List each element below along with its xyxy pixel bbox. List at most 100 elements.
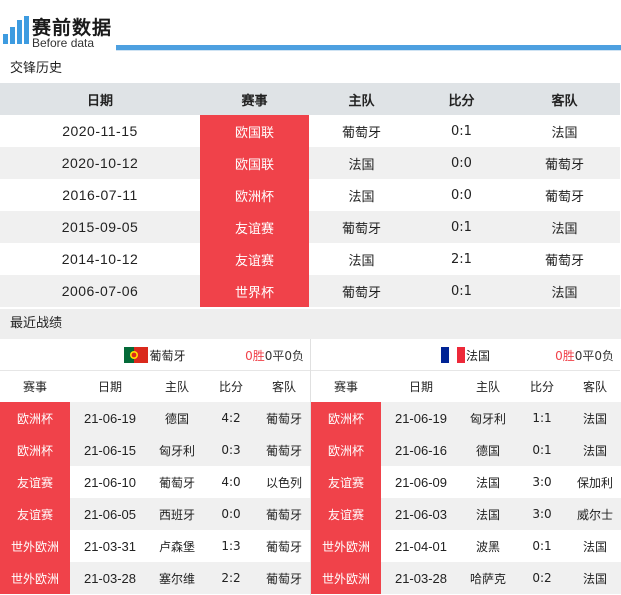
table-row: 2014-10-12 友谊赛 法国 2:1 葡萄牙 bbox=[0, 243, 620, 275]
competition-badge: 友谊赛 bbox=[200, 243, 309, 275]
column-header-competition: 赛事 bbox=[0, 371, 70, 402]
home-team: 法国 bbox=[461, 498, 515, 530]
home-team: 德国 bbox=[150, 402, 204, 434]
home-team: 德国 bbox=[461, 434, 515, 466]
home-team: 法国 bbox=[348, 253, 375, 269]
match-date: 21-04-01 bbox=[394, 538, 448, 554]
recent-table-home: 赛事 日期 主队 比分 客队 欧洲杯 21-06-19 德国 4:2 葡萄牙 欧… bbox=[0, 371, 310, 594]
competition-badge: 世外欧洲 bbox=[0, 562, 70, 594]
table-row: 欧洲杯 21-06-19 德国 4:2 葡萄牙 bbox=[0, 402, 310, 434]
table-row: 友谊赛 21-06-05 西班牙 0:0 葡萄牙 bbox=[0, 498, 310, 530]
home-team: 塞尔维 bbox=[150, 562, 204, 594]
match-score: 1:1 bbox=[515, 402, 569, 434]
away-team: 葡萄牙 bbox=[258, 498, 310, 530]
column-header-score: 比分 bbox=[414, 83, 509, 115]
match-date: 2020-10-12 bbox=[0, 147, 200, 179]
table-row: 2016-07-11 欧洲杯 法国 0:0 葡萄牙 bbox=[0, 179, 620, 211]
team-header: 法国 0胜0平0负 bbox=[311, 339, 620, 371]
bar-chart-icon bbox=[3, 16, 29, 44]
home-team: 葡萄牙 bbox=[341, 125, 381, 141]
table-row: 友谊赛 21-06-09 法国 3:0 保加利 bbox=[311, 466, 621, 498]
home-team: 波黑 bbox=[475, 539, 500, 554]
match-date: 2006-07-06 bbox=[0, 275, 200, 307]
competition-badge: 欧洲杯 bbox=[311, 402, 381, 434]
draws-count: 0平 bbox=[264, 349, 285, 363]
away-team: 法国 bbox=[569, 562, 621, 594]
table-row: 欧洲杯 21-06-15 匈牙利 0:3 葡萄牙 bbox=[0, 434, 310, 466]
table-row: 2020-11-15 欧国联 葡萄牙 0:1 法国 bbox=[0, 115, 620, 147]
home-team: 葡萄牙 bbox=[309, 275, 414, 307]
table-row: 友谊赛 21-06-10 葡萄牙 4:0 以色列 bbox=[0, 466, 310, 498]
match-date: 21-03-28 bbox=[70, 562, 150, 594]
portugal-flag-icon bbox=[124, 347, 149, 363]
away-team: 葡萄牙 bbox=[258, 434, 310, 466]
team-name: 法国 bbox=[465, 349, 490, 363]
competition-badge: 友谊赛 bbox=[0, 466, 70, 498]
away-team: 法国 bbox=[569, 402, 621, 434]
home-team: 哈萨克 bbox=[461, 562, 515, 594]
match-date: 2020-11-15 bbox=[62, 123, 138, 139]
competition-badge: 欧洲杯 bbox=[0, 434, 70, 466]
competition-badge: 欧洲杯 bbox=[200, 179, 309, 211]
match-score: 0:0 bbox=[204, 498, 258, 530]
home-team: 匈牙利 bbox=[150, 434, 204, 466]
away-team: 葡萄牙 bbox=[258, 402, 310, 434]
team-record: 0胜0平0负 bbox=[555, 347, 614, 364]
match-date: 21-06-05 bbox=[70, 498, 150, 530]
match-date: 2014-10-12 bbox=[61, 251, 139, 267]
match-date: 2015-09-05 bbox=[0, 211, 200, 243]
away-team: 以色列 bbox=[265, 475, 302, 490]
match-score: 0:1 bbox=[414, 275, 509, 307]
column-header-away: 客队 bbox=[258, 371, 310, 402]
competition-badge: 欧洲杯 bbox=[0, 402, 70, 434]
competition-badge: 欧国联 bbox=[200, 147, 309, 179]
table-row: 世外欧洲 21-03-28 哈萨克 0:2 法国 bbox=[311, 562, 621, 594]
away-team-recent: 法国 0胜0平0负 赛事 日期 主队 比分 客队 欧洲杯 21-06-19 匈牙… bbox=[310, 339, 621, 595]
match-score: 0:3 bbox=[204, 434, 258, 466]
column-header-date: 日期 bbox=[70, 371, 150, 402]
h2h-section-label: 交锋历史 bbox=[0, 55, 621, 83]
competition-badge: 世外欧洲 bbox=[311, 530, 381, 562]
page-subtitle: Before data bbox=[32, 36, 95, 50]
match-score: 2:1 bbox=[451, 251, 472, 267]
match-score: 0:1 bbox=[414, 211, 509, 243]
table-row: 2020-10-12 欧国联 法国 0:0 葡萄牙 bbox=[0, 147, 620, 179]
team-header: 葡萄牙 0胜0平0负 bbox=[0, 339, 310, 371]
h2h-header-row: 日期 赛事 主队 比分 客队 bbox=[0, 83, 620, 115]
match-score: 1:3 bbox=[221, 539, 241, 553]
recent-form: 葡萄牙 0胜0平0负 赛事 日期 主队 比分 客队 欧洲杯 21-06-19 德… bbox=[0, 339, 621, 595]
table-row: 世外欧洲 21-03-31 卢森堡 1:3 葡萄牙 bbox=[0, 530, 310, 562]
recent-table-away: 赛事 日期 主队 比分 客队 欧洲杯 21-06-19 匈牙利 1:1 法国 欧… bbox=[311, 371, 621, 594]
table-row: 欧洲杯 21-06-19 匈牙利 1:1 法国 bbox=[311, 402, 621, 434]
away-team: 法国 bbox=[569, 434, 621, 466]
away-team: 葡萄牙 bbox=[509, 147, 620, 179]
competition-badge: 友谊赛 bbox=[200, 211, 309, 243]
header-divider-thin bbox=[116, 50, 621, 51]
column-header-competition: 赛事 bbox=[311, 371, 381, 402]
france-flag-icon bbox=[440, 347, 465, 363]
table-row: 友谊赛 21-06-03 法国 3:0 威尔士 bbox=[311, 498, 621, 530]
away-team: 葡萄牙 bbox=[544, 253, 584, 269]
home-team: 西班牙 bbox=[150, 498, 204, 530]
match-date: 21-06-15 bbox=[70, 434, 150, 466]
home-team: 法国 bbox=[348, 189, 375, 205]
match-score: 0:0 bbox=[451, 187, 472, 203]
match-score: 3:0 bbox=[532, 475, 552, 489]
column-header-date: 日期 bbox=[381, 371, 461, 402]
home-team: 匈牙利 bbox=[461, 402, 515, 434]
competition-badge: 友谊赛 bbox=[311, 466, 381, 498]
away-team: 法国 bbox=[551, 125, 578, 141]
away-team: 威尔士 bbox=[569, 498, 621, 530]
away-team: 法国 bbox=[509, 275, 620, 307]
home-team: 葡萄牙 bbox=[158, 475, 195, 490]
h2h-table: 日期 赛事 主队 比分 客队 2020-11-15 欧国联 葡萄牙 0:1 法国… bbox=[0, 83, 620, 307]
away-team: 葡萄牙 bbox=[265, 539, 302, 554]
competition-badge: 世外欧洲 bbox=[311, 562, 381, 594]
away-team: 葡萄牙 bbox=[258, 562, 310, 594]
match-score: 3:0 bbox=[515, 498, 569, 530]
competition-badge: 欧国联 bbox=[200, 115, 309, 147]
away-team: 保加利 bbox=[576, 475, 613, 490]
column-header-competition: 赛事 bbox=[200, 83, 309, 115]
column-header-home: 主队 bbox=[150, 371, 204, 402]
away-team: 法国 bbox=[509, 211, 620, 243]
